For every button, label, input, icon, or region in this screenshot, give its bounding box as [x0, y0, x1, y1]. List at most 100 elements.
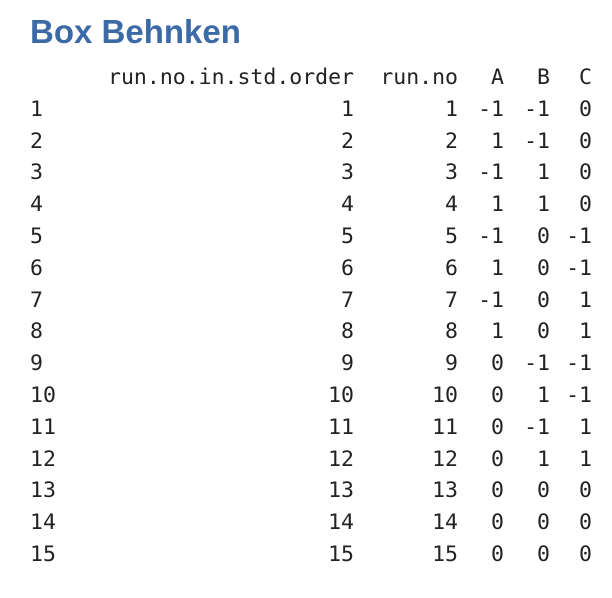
b-cell: -1 — [524, 96, 550, 122]
table-row: 5 5 5 -1 0 -1 — [30, 221, 592, 253]
table-row: 2 2 2 1 -1 0 — [30, 126, 592, 158]
run-no-cell: 8 — [445, 319, 458, 345]
table-row: 13 13 13 0 0 0 — [30, 475, 592, 507]
b-cell: 0 — [537, 255, 550, 281]
a-cell: 0 — [491, 414, 504, 440]
run-no-in-std-order-cell: 13 — [328, 478, 354, 504]
run-no-in-std-order-cell: 7 — [341, 287, 354, 313]
run-no-cell: 11 — [432, 414, 458, 440]
run-no-in-std-order-cell: 1 — [341, 96, 354, 122]
b-cell: 0 — [537, 478, 550, 504]
row-index: 9 — [30, 351, 43, 377]
c-cell: 0 — [579, 192, 592, 218]
a-cell: 1 — [491, 319, 504, 345]
b-cell: 1 — [537, 446, 550, 472]
run-no-cell: 7 — [445, 287, 458, 313]
a-cell: 0 — [491, 446, 504, 472]
a-cell: -1 — [478, 96, 504, 122]
a-cell: 0 — [491, 510, 504, 536]
row-index: 2 — [30, 128, 43, 154]
table-row: 6 6 6 1 0 -1 — [30, 253, 592, 285]
c-cell: 0 — [579, 96, 592, 122]
row-index: 4 — [30, 192, 43, 218]
row-index: 3 — [30, 160, 43, 186]
row-index: 12 — [30, 446, 56, 472]
b-cell: -1 — [524, 414, 550, 440]
table-row: 15 15 15 0 0 0 — [30, 539, 592, 571]
table-row: 3 3 3 -1 1 0 — [30, 157, 592, 189]
b-cell: 0 — [537, 541, 550, 567]
run-no-in-std-order-cell: 6 — [341, 255, 354, 281]
run-no-in-std-order-cell: 8 — [341, 319, 354, 345]
row-index: 10 — [30, 382, 56, 408]
run-no-in-std-order-cell: 12 — [328, 446, 354, 472]
b-cell: 0 — [537, 319, 550, 345]
table-row: 1 1 1 -1 -1 0 — [30, 94, 592, 126]
c-cell: 1 — [579, 319, 592, 345]
table-header-row: run.no.in.std.order run.no A B C — [30, 62, 592, 94]
run-no-cell: 1 — [445, 96, 458, 122]
row-index: 13 — [30, 478, 56, 504]
c-cell: -1 — [566, 351, 592, 377]
header-index — [30, 62, 74, 94]
run-no-in-std-order-cell: 14 — [328, 510, 354, 536]
run-no-cell: 13 — [432, 478, 458, 504]
c-cell: 0 — [579, 160, 592, 186]
row-index: 7 — [30, 287, 43, 313]
run-no-in-std-order-cell: 15 — [328, 541, 354, 567]
run-no-cell: 12 — [432, 446, 458, 472]
table-body: 1 1 1 -1 -1 0 2 2 2 1 -1 0 3 3 3 -1 1 0 4 4 4 1 1 0 5 5 5 -1 0 -1 6 6 6 1… — [30, 94, 592, 571]
run-no-cell: 10 — [432, 382, 458, 408]
row-index: 8 — [30, 319, 43, 345]
a-cell: 1 — [491, 192, 504, 218]
b-cell: -1 — [524, 128, 550, 154]
c-cell: 0 — [579, 510, 592, 536]
run-no-cell: 9 — [445, 351, 458, 377]
run-no-cell: 15 — [432, 541, 458, 567]
c-cell: 0 — [579, 128, 592, 154]
run-no-cell: 3 — [445, 160, 458, 186]
header-b: B — [537, 65, 550, 90]
table-row: 14 14 14 0 0 0 — [30, 507, 592, 539]
a-cell: -1 — [478, 287, 504, 313]
table-row: 12 12 12 0 1 1 — [30, 444, 592, 476]
b-cell: 0 — [537, 223, 550, 249]
row-index: 15 — [30, 541, 56, 567]
a-cell: 0 — [491, 382, 504, 408]
b-cell: 1 — [537, 382, 550, 408]
b-cell: 1 — [537, 192, 550, 218]
a-cell: 0 — [491, 351, 504, 377]
c-cell: 1 — [579, 287, 592, 313]
row-index: 6 — [30, 255, 43, 281]
c-cell: 0 — [579, 541, 592, 567]
table-row: 7 7 7 -1 0 1 — [30, 285, 592, 317]
run-no-in-std-order-cell: 9 — [341, 351, 354, 377]
a-cell: -1 — [478, 160, 504, 186]
c-cell: -1 — [566, 382, 592, 408]
c-cell: 1 — [579, 414, 592, 440]
header-run-no-in-std-order: run.no.in.std.order — [108, 65, 354, 90]
row-index: 1 — [30, 96, 43, 122]
c-cell: 1 — [579, 446, 592, 472]
a-cell: -1 — [478, 223, 504, 249]
page-title: Box Behnken — [30, 13, 241, 50]
b-cell: 1 — [537, 160, 550, 186]
table-row: 10 10 10 0 1 -1 — [30, 380, 592, 412]
row-index: 14 — [30, 510, 56, 536]
header-run-no: run.no — [380, 65, 458, 90]
run-no-cell: 2 — [445, 128, 458, 154]
run-no-in-std-order-cell: 5 — [341, 223, 354, 249]
header-a: A — [491, 65, 504, 90]
row-index: 11 — [30, 414, 56, 440]
run-no-in-std-order-cell: 2 — [341, 128, 354, 154]
c-cell: -1 — [566, 223, 592, 249]
run-no-cell: 6 — [445, 255, 458, 281]
table-row: 4 4 4 1 1 0 — [30, 189, 592, 221]
a-cell: 0 — [491, 541, 504, 567]
run-no-cell: 4 — [445, 192, 458, 218]
run-no-in-std-order-cell: 11 — [328, 414, 354, 440]
c-cell: 0 — [579, 478, 592, 504]
b-cell: 0 — [537, 510, 550, 536]
a-cell: 0 — [491, 478, 504, 504]
data-frame-output: run.no.in.std.order run.no A B C 1 1 1 -1 -1… — [30, 62, 592, 571]
